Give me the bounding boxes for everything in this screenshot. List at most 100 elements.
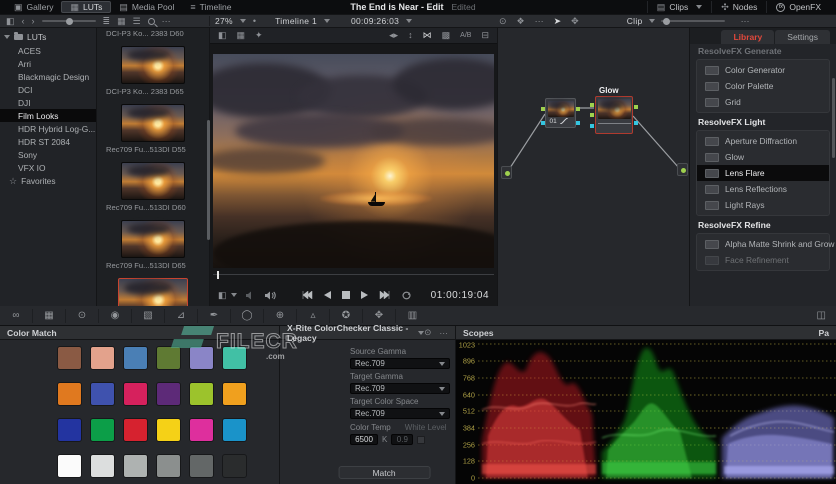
rgb-mixer-icon[interactable]: ▧ <box>132 309 165 323</box>
fx-item-face-refinement[interactable]: Face Refinement <box>697 252 829 268</box>
scope-mode-selector[interactable]: Pa <box>818 328 829 338</box>
fx-item-light-rays[interactable]: Light Rays <box>697 197 829 213</box>
target-color-space-dropdown[interactable]: Rec.709 <box>350 408 450 419</box>
back-arrow-icon[interactable]: ‹ <box>22 17 25 26</box>
hand-tool-icon[interactable]: ✥ <box>571 17 579 26</box>
fx-scrollbar[interactable] <box>832 78 835 158</box>
node-output-pin[interactable] <box>576 107 580 111</box>
mute-icon[interactable] <box>245 291 256 300</box>
thumbnail-size-slider[interactable] <box>42 20 96 22</box>
fx-item-grid[interactable]: Grid <box>697 94 829 110</box>
grid-overlay-icon[interactable]: ▦ <box>237 31 246 40</box>
color-temp-input[interactable] <box>350 434 378 445</box>
wipe-icon[interactable]: ⊟ <box>481 31 489 40</box>
openfx-button[interactable]: fxOpenFX <box>766 1 830 13</box>
hdr-grade-icon[interactable]: ◉ <box>99 309 132 323</box>
stop-icon[interactable] <box>342 291 350 299</box>
viewer-zoom-level[interactable]: 27% <box>215 16 233 26</box>
page-toggle-luts[interactable]: ▦LUTs <box>61 1 111 13</box>
jump-start-icon[interactable] <box>302 291 313 299</box>
target-gamma-dropdown[interactable]: Rec.709 <box>350 383 450 394</box>
lightbox-icon[interactable]: ◫ <box>817 310 826 321</box>
node-key-output-pin[interactable] <box>634 121 638 125</box>
fx-item-lens-flare[interactable]: Lens Flare <box>697 165 829 181</box>
fx-item-alpha-matte[interactable]: Alpha Matte Shrink and Grow <box>697 236 829 252</box>
node-input-pin[interactable] <box>590 103 594 107</box>
lut-thumbnail-selected[interactable] <box>118 278 188 306</box>
lut-root-folder[interactable]: LUTs <box>0 30 96 44</box>
more-options-icon[interactable]: ··· <box>535 17 544 26</box>
grid-view-icon[interactable]: ▦ <box>117 17 126 26</box>
white-level-checkbox[interactable] <box>417 436 425 444</box>
match-button[interactable]: Match <box>338 466 430 479</box>
page-toggle-gallery[interactable]: ▣Gallery <box>6 1 61 13</box>
output-node[interactable] <box>677 163 688 176</box>
node-key-input-pin[interactable] <box>541 121 545 125</box>
flip-icon[interactable]: ↕ <box>408 31 413 40</box>
cursor-tool-icon[interactable]: ➤ <box>554 17 562 26</box>
clip-mode-selector[interactable]: Clip <box>627 16 643 26</box>
lut-thumbnail[interactable] <box>121 162 185 200</box>
white-level-input[interactable] <box>391 434 413 445</box>
curves-icon[interactable]: ⊿ <box>165 309 198 323</box>
node-key-output-pin[interactable] <box>576 121 580 125</box>
sizing-icon[interactable]: ✥ <box>363 309 396 323</box>
sidebar-item-hdr-hybrid[interactable]: HDR Hybrid Log-G... <box>0 122 96 135</box>
sidebar-item-film-looks[interactable]: Film Looks <box>0 109 96 122</box>
fx-item-glow[interactable]: Glow <box>697 149 829 165</box>
sidebar-item-blackmagic[interactable]: Blackmagic Design <box>0 70 96 83</box>
node-input-pin[interactable] <box>590 113 594 117</box>
sidebar-item-hdr-st2084[interactable]: HDR ST 2084 <box>0 135 96 148</box>
fullscreen-mode-icon[interactable]: ◧ <box>218 291 227 300</box>
sort-icon[interactable]: ≣ <box>103 17 111 26</box>
sidebar-item-sony[interactable]: Sony <box>0 148 96 161</box>
list-view-icon[interactable]: ☰ <box>133 17 141 26</box>
playhead[interactable] <box>217 271 219 279</box>
tab-settings[interactable]: Settings <box>775 30 830 44</box>
node-key-input-pin[interactable] <box>590 124 594 128</box>
expand-icon[interactable]: ❖ <box>517 17 525 26</box>
camera-raw-icon[interactable]: ∞ <box>0 309 33 323</box>
clips-button[interactable]: ▤Clips <box>647 1 711 13</box>
key-icon[interactable]: ✪ <box>330 309 363 323</box>
forward-arrow-icon[interactable]: › <box>32 17 35 26</box>
blur-icon[interactable]: ▵ <box>297 309 330 323</box>
source-gamma-dropdown[interactable]: Rec.709 <box>350 358 450 369</box>
color-wheels-icon[interactable]: ⊙ <box>66 309 99 323</box>
node-output-pin[interactable] <box>634 105 638 109</box>
fx-item-aperture-diffraction[interactable]: Aperture Diffraction <box>697 133 829 149</box>
speaker-icon[interactable] <box>264 291 276 300</box>
sidebar-item-arri[interactable]: Arri <box>0 57 96 70</box>
fx-item-color-generator[interactable]: Color Generator <box>697 62 829 78</box>
more-options-icon[interactable]: ··· <box>162 17 171 26</box>
tab-library[interactable]: Library <box>721 30 774 44</box>
source-node[interactable] <box>501 166 512 179</box>
enhanced-viewer-icon[interactable]: ✦ <box>255 31 263 40</box>
split-screen-icon[interactable]: ◧ <box>218 31 227 40</box>
page-toggle-media-pool[interactable]: ▤Media Pool <box>111 1 182 13</box>
lut-thumbnail[interactable] <box>121 220 185 258</box>
bypass-icon[interactable]: ⋈ <box>423 31 432 40</box>
more-options-icon[interactable]: ··· <box>439 328 448 338</box>
search-icon[interactable] <box>148 18 155 25</box>
step-back-icon[interactable] <box>324 291 331 299</box>
viewer-scrub-bar[interactable] <box>213 274 494 280</box>
sidebar-toggle-icon[interactable]: ◧ <box>6 17 15 26</box>
gear-icon[interactable]: ⊙ <box>424 327 431 338</box>
sidebar-item-dci[interactable]: DCI <box>0 83 96 96</box>
loop-icon[interactable] <box>401 291 412 300</box>
fx-item-color-palette[interactable]: Color Palette <box>697 78 829 94</box>
glow-node[interactable] <box>595 96 633 134</box>
checker-icon[interactable]: ▩ <box>442 31 451 40</box>
sidebar-item-dji[interactable]: DJI <box>0 96 96 109</box>
stereo-3d-icon[interactable]: ▥ <box>396 309 429 323</box>
unmix-icon[interactable]: ◂▸ <box>389 31 398 40</box>
qualifier-icon[interactable]: ✒ <box>198 309 231 323</box>
jump-end-icon[interactable] <box>379 291 390 299</box>
nodes-button[interactable]: ✣Nodes <box>711 1 766 13</box>
node-input-pin[interactable] <box>541 107 545 111</box>
lut-thumbnail[interactable] <box>121 46 185 84</box>
sidebar-item-vfx-io[interactable]: VFX IO <box>0 161 96 174</box>
corrector-node-01[interactable]: 01 <box>545 98 576 128</box>
clip-slider[interactable] <box>661 20 725 22</box>
